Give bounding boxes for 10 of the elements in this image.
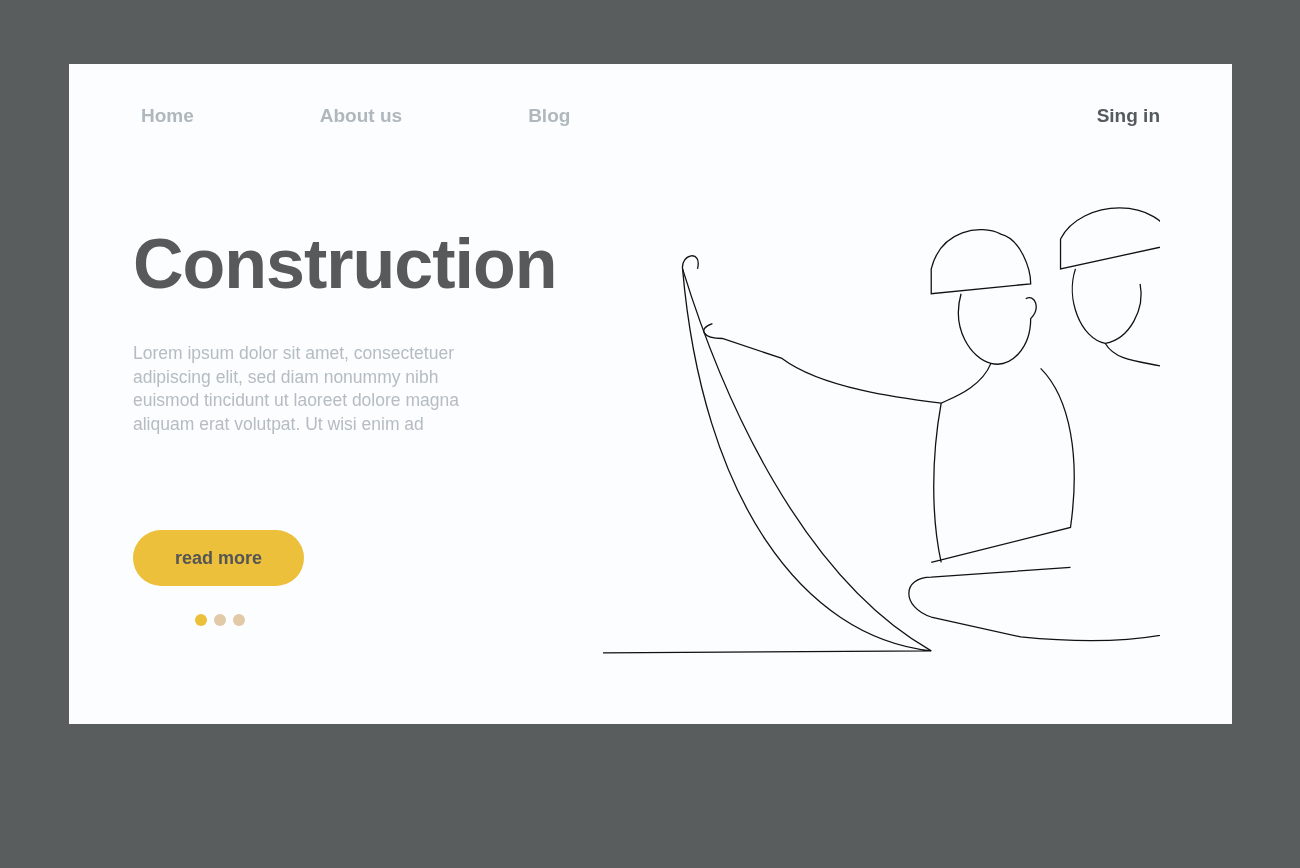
nav-link[interactable]: About us: [319, 105, 403, 127]
nav-link[interactable]: Home: [141, 105, 194, 127]
sign-in-link[interactable]: Sing in: [1096, 105, 1160, 127]
nav-link[interactable]: Blog: [528, 105, 571, 127]
hero-text: Lorem ipsum dolor sit amet, consectetuer adipiscing elit, sed diam nonummy nibh euismod tincidunt ut laoreet dolore magna aliquam erat volutpat. Ut wisi enim ad: [133, 342, 460, 436]
pager-dot[interactable]: [214, 614, 226, 626]
pager-dot[interactable]: [233, 614, 245, 626]
pager-dot[interactable]: [195, 614, 207, 626]
read-more-button[interactable]: read more: [133, 530, 304, 586]
hero-title: Construction: [133, 224, 558, 304]
